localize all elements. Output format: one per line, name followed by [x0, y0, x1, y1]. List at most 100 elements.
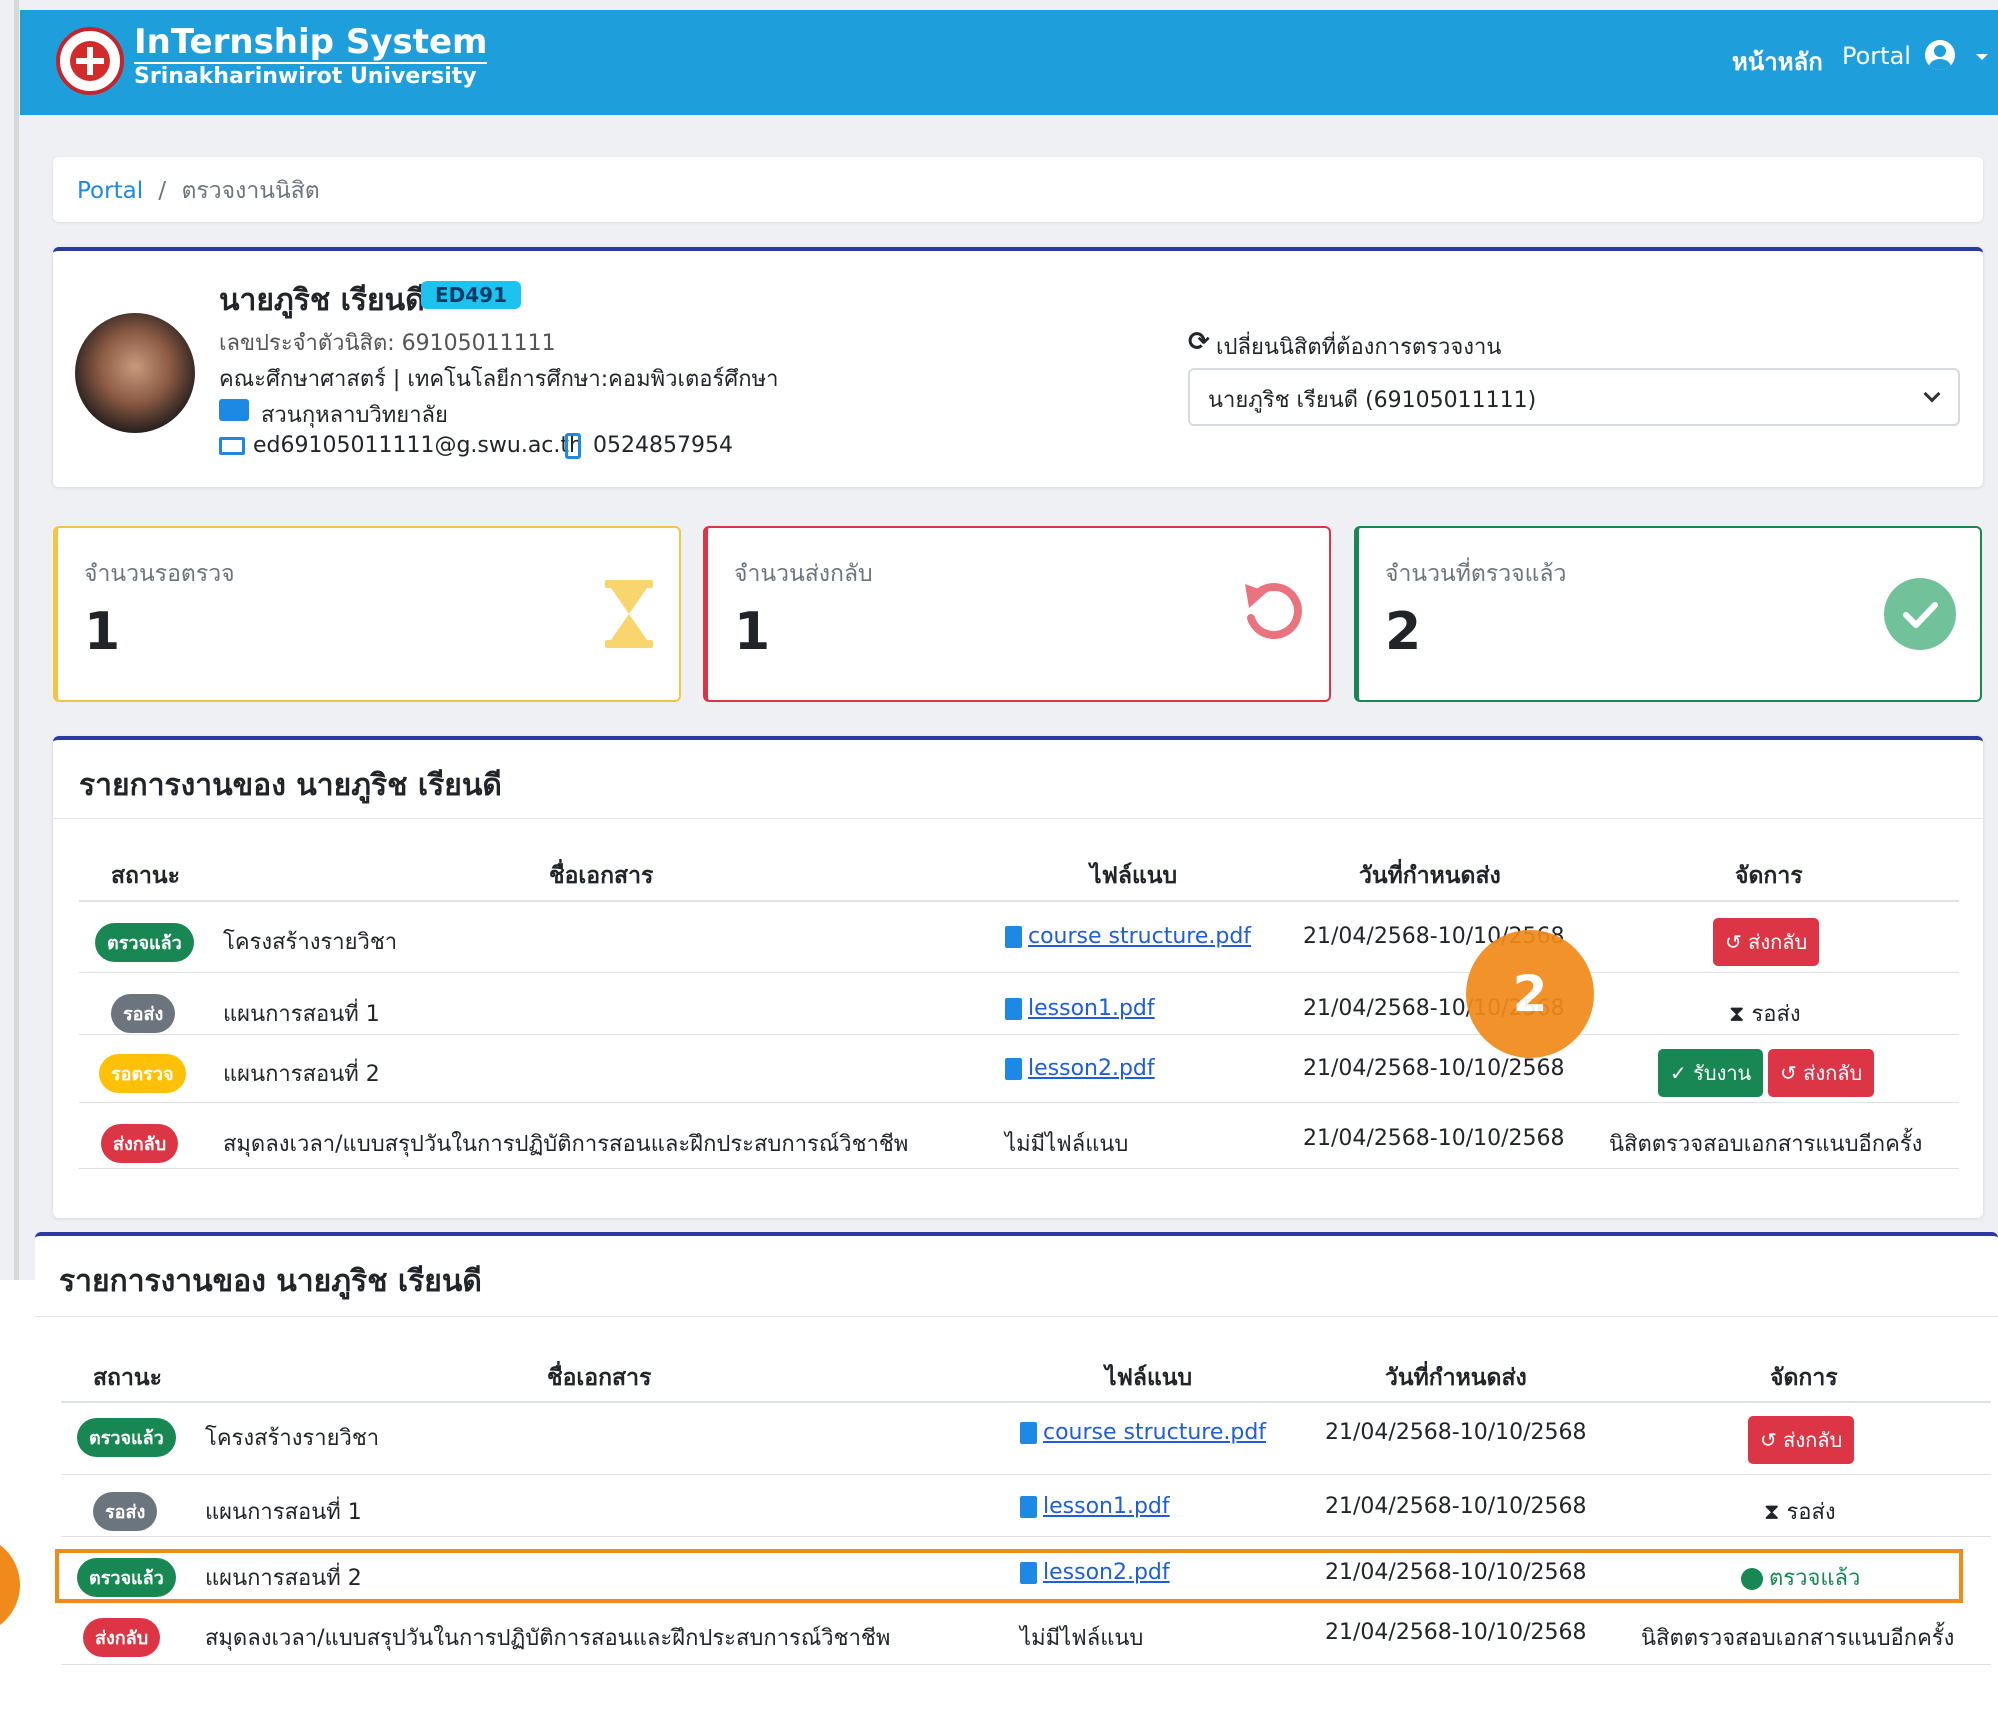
return-button[interactable]: ↺ ส่งกลับ: [1713, 918, 1820, 966]
document-name: แผนการสอนที่ 1: [205, 1500, 362, 1525]
due-date: 21/04/2568-10/10/2568: [1325, 1420, 1587, 1445]
nav-portal-link[interactable]: Portal: [1842, 42, 1911, 70]
column-status: สถานะ: [111, 863, 180, 889]
pending-status: ⧗ รอส่ง: [1764, 1500, 1836, 1525]
breadcrumb-current: ตรวจงานนิสิต: [181, 178, 320, 204]
avatar: [75, 313, 195, 433]
attachment-filename: lesson2.pdf: [1043, 1560, 1170, 1585]
chevron-down-icon[interactable]: [1976, 54, 1988, 60]
return-button[interactable]: ↺ ส่งกลับ: [1748, 1416, 1855, 1464]
no-attachment: ไม่มีไฟล์แนบ: [1020, 1626, 1144, 1651]
student-name: นายภูริช เรียนดี: [219, 283, 425, 318]
attachment-link[interactable]: lesson2.pdf: [1020, 1560, 1170, 1585]
stat-waiting-value: 1: [84, 602, 121, 662]
pending-status: ⧗ รอส่ง: [1729, 1002, 1801, 1027]
phone-icon: [565, 433, 581, 459]
student-phone: 0524857954: [593, 433, 733, 458]
student-email: ed69105011111@g.swu.ac.th: [253, 433, 583, 458]
task-table-card-after: รายการงานของ นายภูริช เรียนดี สถานะ ชื่อ…: [35, 1232, 1998, 1710]
column-manage: จัดการ: [1770, 1365, 1838, 1391]
refresh-icon: ⟳: [1188, 327, 1210, 357]
column-document: ชื่อเอกสาร: [549, 863, 654, 889]
attachment-link[interactable]: lesson1.pdf: [1020, 1494, 1170, 1519]
student-faculty: คณะศึกษาศาสตร์ | เทคโนโลยีการศึกษา:คอมพิ…: [219, 367, 779, 392]
document-name: โครงสร้างรายวิชา: [205, 1426, 380, 1451]
pdf-file-icon: [1020, 1496, 1037, 1518]
document-name: แผนการสอนที่ 2: [223, 1062, 380, 1087]
status-badge-returned: ส่งกลับ: [83, 1618, 161, 1657]
card-divider: [53, 818, 1983, 819]
attachment-link[interactable]: course structure.pdf: [1005, 924, 1251, 949]
stat-card-returned: จำนวนส่งกลับ 1: [703, 526, 1331, 702]
stat-checked-label: จำนวนที่ตรวจแล้ว: [1385, 561, 1567, 587]
document-name: สมุดลงเวลา/แบบสรุปวันในการปฏิบัติการสอนแ…: [223, 1132, 909, 1157]
column-document: ชื่อเอกสาร: [547, 1365, 652, 1391]
pdf-file-icon: [1020, 1562, 1037, 1584]
nav-home-link[interactable]: หน้าหลัก: [1732, 42, 1823, 81]
attachment-filename: lesson2.pdf: [1028, 1056, 1155, 1081]
attachment-link[interactable]: course structure.pdf: [1020, 1420, 1266, 1445]
task-table-card-before: รายการงานของ นายภูริช เรียนดี สถานะ ชื่อ…: [53, 736, 1983, 1218]
due-date: 21/04/2568-10/10/2568: [1325, 1620, 1587, 1645]
step-marker-partial: [0, 1535, 20, 1635]
document-name: แผนการสอนที่ 1: [223, 1002, 380, 1027]
row-divider: [79, 972, 1959, 973]
student-school: สวนกุหลาบวิทยาลัย: [261, 403, 448, 428]
due-date: 21/04/2568-10/10/2568: [1325, 1560, 1587, 1585]
task-table-title: รายการงานของ นายภูริช เรียนดี: [59, 1264, 482, 1299]
student-id: เลขประจำตัวนิสิต: 69105011111: [219, 331, 556, 356]
breadcrumb-portal-link[interactable]: Portal: [77, 178, 143, 204]
attachment-link[interactable]: lesson1.pdf: [1005, 996, 1155, 1021]
stat-checked-value: 2: [1385, 602, 1422, 662]
column-manage: จัดการ: [1735, 863, 1803, 889]
status-badge-checked: ตรวจแล้ว: [77, 1558, 176, 1597]
column-attachment: ไฟล์แนบ: [1090, 863, 1178, 889]
document-name: สมุดลงเวลา/แบบสรุปวันในการปฏิบัติการสอนแ…: [205, 1626, 891, 1651]
column-due-date: วันที่กำหนดส่ง: [1359, 863, 1501, 889]
breadcrumb-separator: /: [158, 178, 167, 204]
student-profile-card: นายภูริช เรียนดี ED491 เลขประจำตัวนิสิต:…: [53, 247, 1983, 487]
status-badge-returned: ส่งกลับ: [101, 1124, 179, 1163]
accept-button[interactable]: ✓ รับงาน: [1658, 1049, 1764, 1097]
status-badge-checked: ตรวจแล้ว: [95, 923, 194, 962]
student-select-value: นายภูริช เรียนดี (69105011111): [1208, 388, 1537, 413]
hourglass-icon: [605, 580, 653, 648]
stat-card-waiting: จำนวนรอตรวจ 1: [53, 526, 681, 702]
return-button[interactable]: ↺ ส่งกลับ: [1768, 1049, 1875, 1097]
student-select[interactable]: นายภูริช เรียนดี (69105011111): [1188, 368, 1960, 426]
column-due-date: วันที่กำหนดส่ง: [1385, 1365, 1527, 1391]
status-badge-pending: รอส่ง: [93, 1492, 158, 1531]
chevron-down-icon: [1923, 385, 1941, 403]
stat-waiting-label: จำนวนรอตรวจ: [84, 561, 235, 587]
row-divider: [61, 1664, 1991, 1665]
row-divider: [79, 1168, 1959, 1169]
top-navbar: InTernship System Srinakharinwirot Unive…: [20, 10, 1998, 115]
hourglass-icon: ⧗: [1729, 1002, 1752, 1027]
attachment-link[interactable]: lesson2.pdf: [1005, 1056, 1155, 1081]
app-title[interactable]: InTernship System: [134, 22, 488, 64]
document-name: โครงสร้างรายวิชา: [223, 930, 398, 955]
pdf-file-icon: [1005, 998, 1022, 1020]
check-icon: ✓: [1670, 1061, 1694, 1085]
switch-student-label: เปลี่ยนนิสิตที่ต้องการตรวจงาน: [1216, 335, 1502, 360]
row-divider: [79, 1102, 1959, 1103]
step-number-marker: 2: [1466, 930, 1594, 1058]
column-attachment: ไฟล์แนบ: [1105, 1365, 1193, 1391]
task-table-title: รายการงานของ นายภูริช เรียนดี: [79, 768, 502, 803]
app-subtitle: Srinakharinwirot University: [134, 64, 477, 89]
student-code-badge: ED491: [421, 281, 522, 309]
due-date: 21/04/2568-10/10/2568: [1303, 1056, 1565, 1081]
undo-icon: ↺: [1725, 930, 1749, 954]
attachment-filename: lesson1.pdf: [1043, 1494, 1170, 1519]
row-divider: [79, 1034, 1959, 1035]
no-attachment: ไม่มีไฟล์แนบ: [1005, 1132, 1129, 1157]
check-circle-icon: [1884, 578, 1956, 650]
hourglass-icon: ⧗: [1764, 1500, 1787, 1525]
stat-returned-value: 1: [734, 602, 771, 662]
recheck-note: นิสิตตรวจสอบเอกสารแนบอีกครั้ง: [1641, 1626, 1955, 1651]
user-circle-icon[interactable]: [1925, 40, 1955, 70]
pdf-file-icon: [1020, 1422, 1037, 1444]
frame-divider: [14, 0, 19, 1280]
status-badge-checked: ตรวจแล้ว: [77, 1418, 176, 1457]
school-icon: [219, 399, 249, 421]
